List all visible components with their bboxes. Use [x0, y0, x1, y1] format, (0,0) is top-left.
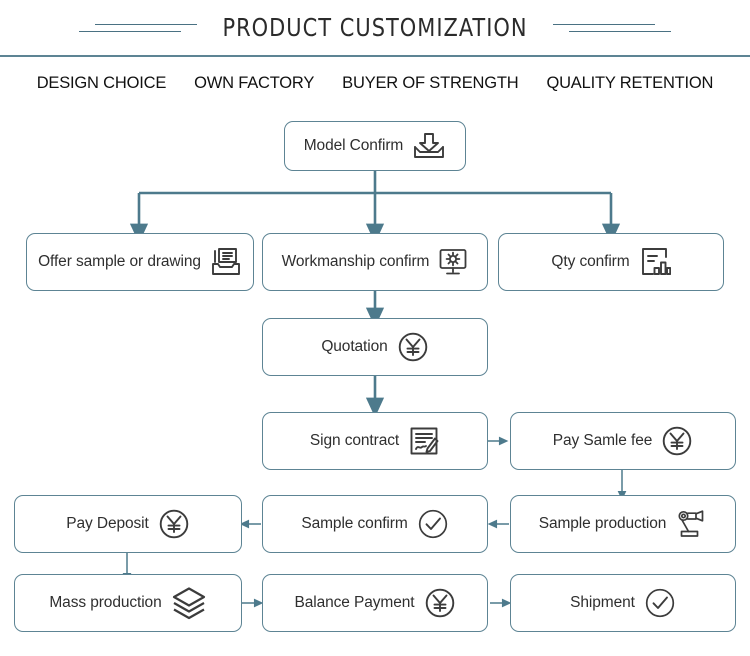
flow-node-label: Sign contract	[309, 432, 400, 449]
process-flowchart: Model Confirm Offer sample or drawing Wo…	[0, 109, 750, 654]
flow-node-label: Pay Deposit	[66, 515, 149, 532]
page-header: PRODUCT CUSTOMIZATION	[0, 0, 750, 55]
report-chart-icon	[639, 246, 671, 278]
flow-node-model-confirm[interactable]: Model Confirm	[284, 121, 466, 171]
flow-node-quotation[interactable]: Quotation	[262, 318, 488, 376]
flow-node-label: Pay Samle fee	[552, 432, 653, 449]
subtitle-own-factory: OWN FACTORY	[194, 73, 315, 92]
yen-circle-icon	[158, 508, 190, 540]
flow-node-balance-payment[interactable]: Balance Payment	[262, 574, 488, 632]
page-title: PRODUCT CUSTOMIZATION	[222, 13, 528, 42]
flow-node-mass-production[interactable]: Mass production	[14, 574, 242, 632]
download-tray-icon	[412, 131, 446, 161]
title-decoration-right	[553, 21, 713, 35]
flow-node-label: Model Confirm	[303, 137, 404, 154]
layers-stack-icon	[171, 586, 207, 620]
flow-node-qty-confirm[interactable]: Qty confirm	[498, 233, 724, 291]
flow-node-label: Mass production	[49, 594, 162, 611]
check-circle-icon	[417, 508, 449, 540]
flow-node-workmanship-confirm[interactable]: Workmanship confirm	[262, 233, 488, 291]
subtitle-design-choice: DESIGN CHOICE	[36, 73, 167, 92]
yen-circle-icon	[397, 331, 429, 363]
flow-node-sample-production[interactable]: Sample production	[510, 495, 736, 553]
flow-node-shipment[interactable]: Shipment	[510, 574, 736, 632]
title-row: PRODUCT CUSTOMIZATION	[0, 13, 750, 42]
flow-node-pay-sample-fee[interactable]: Pay Samle fee	[510, 412, 736, 470]
subtitle-buyer-of-strength: BUYER OF STRENGTH	[342, 73, 519, 92]
flow-node-pay-deposit[interactable]: Pay Deposit	[14, 495, 242, 553]
signed-document-icon	[408, 425, 440, 457]
document-tray-icon	[210, 246, 242, 278]
title-decoration-left	[37, 21, 197, 35]
monitor-gear-icon	[438, 247, 468, 277]
flow-node-sample-confirm[interactable]: Sample confirm	[262, 495, 488, 553]
robot-arm-icon	[675, 509, 707, 539]
flow-node-label: Sample confirm	[301, 515, 408, 532]
yen-circle-icon	[661, 425, 693, 457]
flow-node-label: Shipment	[570, 594, 635, 611]
flow-node-label: Balance Payment	[294, 594, 415, 611]
flow-node-label: Sample production	[538, 515, 667, 532]
flow-node-label: Qty confirm	[551, 253, 630, 270]
flow-node-label: Offer sample or drawing	[38, 253, 201, 270]
flow-node-offer-sample[interactable]: Offer sample or drawing	[26, 233, 254, 291]
flow-node-label: Quotation	[321, 338, 388, 355]
flow-node-sign-contract[interactable]: Sign contract	[262, 412, 488, 470]
flow-connectors	[122, 171, 627, 608]
subtitle-row: DESIGN CHOICE OWN FACTORY BUYER OF STREN…	[0, 57, 750, 109]
check-circle-icon	[644, 587, 676, 619]
subtitle-quality-retention: QUALITY RETENTION	[546, 73, 714, 92]
yen-circle-icon	[424, 587, 456, 619]
flow-node-label: Workmanship confirm	[281, 253, 430, 270]
